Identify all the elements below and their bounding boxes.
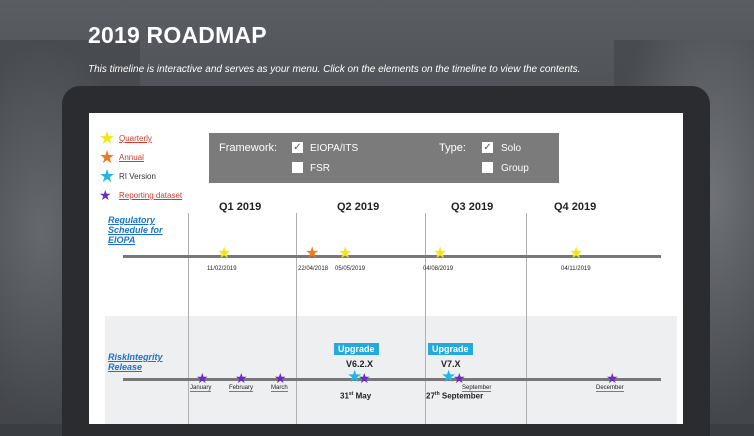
regulatory-schedule-label[interactable]: Regulatory Schedule for EIOPA <box>108 215 163 245</box>
legend-label: Quarterly <box>119 134 152 143</box>
quarter-divider <box>526 213 527 424</box>
page-subtitle: This timeline is interactive and serves … <box>88 64 581 75</box>
group-label: Group <box>501 163 529 174</box>
type-label: Type: <box>439 142 466 154</box>
release-label-line: Release <box>108 362 143 372</box>
quarterly-star-icon[interactable]: ★ <box>569 246 583 262</box>
filter-panel: Framework: ✓ EIOPA/ITS FSR Type: ✓ Solo … <box>209 133 559 183</box>
eiopa-its-checkbox[interactable]: ✓ <box>292 142 303 153</box>
quarterly-star-icon[interactable]: ★ <box>217 246 231 262</box>
riskintegrity-release-label[interactable]: RiskIntegrity Release <box>108 352 163 372</box>
release-date: 27th September <box>426 391 484 401</box>
reporting-star-icon[interactable]: ★ <box>453 370 466 386</box>
annual-star-icon[interactable]: ★ <box>305 246 319 262</box>
solo-checkbox[interactable]: ✓ <box>482 142 493 153</box>
regulatory-date: 11/02/2019 <box>207 266 237 272</box>
regulatory-date: 05/05/2019 <box>335 266 366 272</box>
month-label: December <box>596 385 624 392</box>
regulatory-label-line: Schedule for <box>108 225 163 235</box>
fsr-checkbox[interactable] <box>292 162 303 173</box>
star-icon: ★ <box>99 166 116 186</box>
regulatory-label-line: EIOPA <box>108 235 136 245</box>
quarterly-star-icon[interactable]: ★ <box>433 246 447 262</box>
month-label: February <box>229 385 254 392</box>
legend-label: RI Version <box>119 172 156 181</box>
reporting-star-icon[interactable]: ★ <box>606 370 619 386</box>
quarter-q4[interactable]: Q4 2019 <box>554 201 596 213</box>
regulatory-date: 04/08/2019 <box>423 266 454 272</box>
quarter-q3[interactable]: Q3 2019 <box>451 201 493 213</box>
quarter-q2[interactable]: Q2 2019 <box>337 201 379 213</box>
framework-label: Framework: <box>219 142 278 154</box>
release-label-line: RiskIntegrity <box>108 352 163 362</box>
release-date: 31st May <box>340 391 372 401</box>
reporting-star-icon[interactable]: ★ <box>196 370 209 386</box>
group-checkbox[interactable] <box>482 162 493 173</box>
star-icon: ★ <box>99 187 112 203</box>
regulatory-date: 04/11/2019 <box>561 266 591 272</box>
fsr-label: FSR <box>310 163 330 174</box>
quarter-divider <box>188 213 189 424</box>
reporting-star-icon[interactable]: ★ <box>274 370 287 386</box>
page-title: 2019 ROADMAP <box>88 22 267 48</box>
legend-label: Reporting dataset <box>119 191 183 200</box>
month-label: January <box>190 385 212 392</box>
regulatory-label-line: Regulatory <box>108 215 156 225</box>
star-icon: ★ <box>99 128 116 148</box>
legend-label: Annual <box>119 153 144 162</box>
regulatory-date: 22/04/2018 <box>298 266 329 272</box>
release-band <box>105 316 677 424</box>
eiopa-its-label: EIOPA/ITS <box>310 143 359 154</box>
upgrade-badge[interactable]: Upgrade <box>428 343 473 355</box>
solo-label: Solo <box>501 143 522 154</box>
reporting-star-icon[interactable]: ★ <box>235 370 248 386</box>
quarterly-star-icon[interactable]: ★ <box>338 246 352 262</box>
reporting-star-icon[interactable]: ★ <box>358 370 371 386</box>
quarter-q1[interactable]: Q1 2019 <box>219 201 261 213</box>
roadmap-screen: ★ Quarterly ★ Annual ★ RI Version ★ Repo… <box>89 113 683 424</box>
star-icon: ★ <box>99 147 116 167</box>
quarter-divider <box>296 213 297 424</box>
month-label: March <box>271 385 288 392</box>
upgrade-badge[interactable]: Upgrade <box>334 343 379 355</box>
